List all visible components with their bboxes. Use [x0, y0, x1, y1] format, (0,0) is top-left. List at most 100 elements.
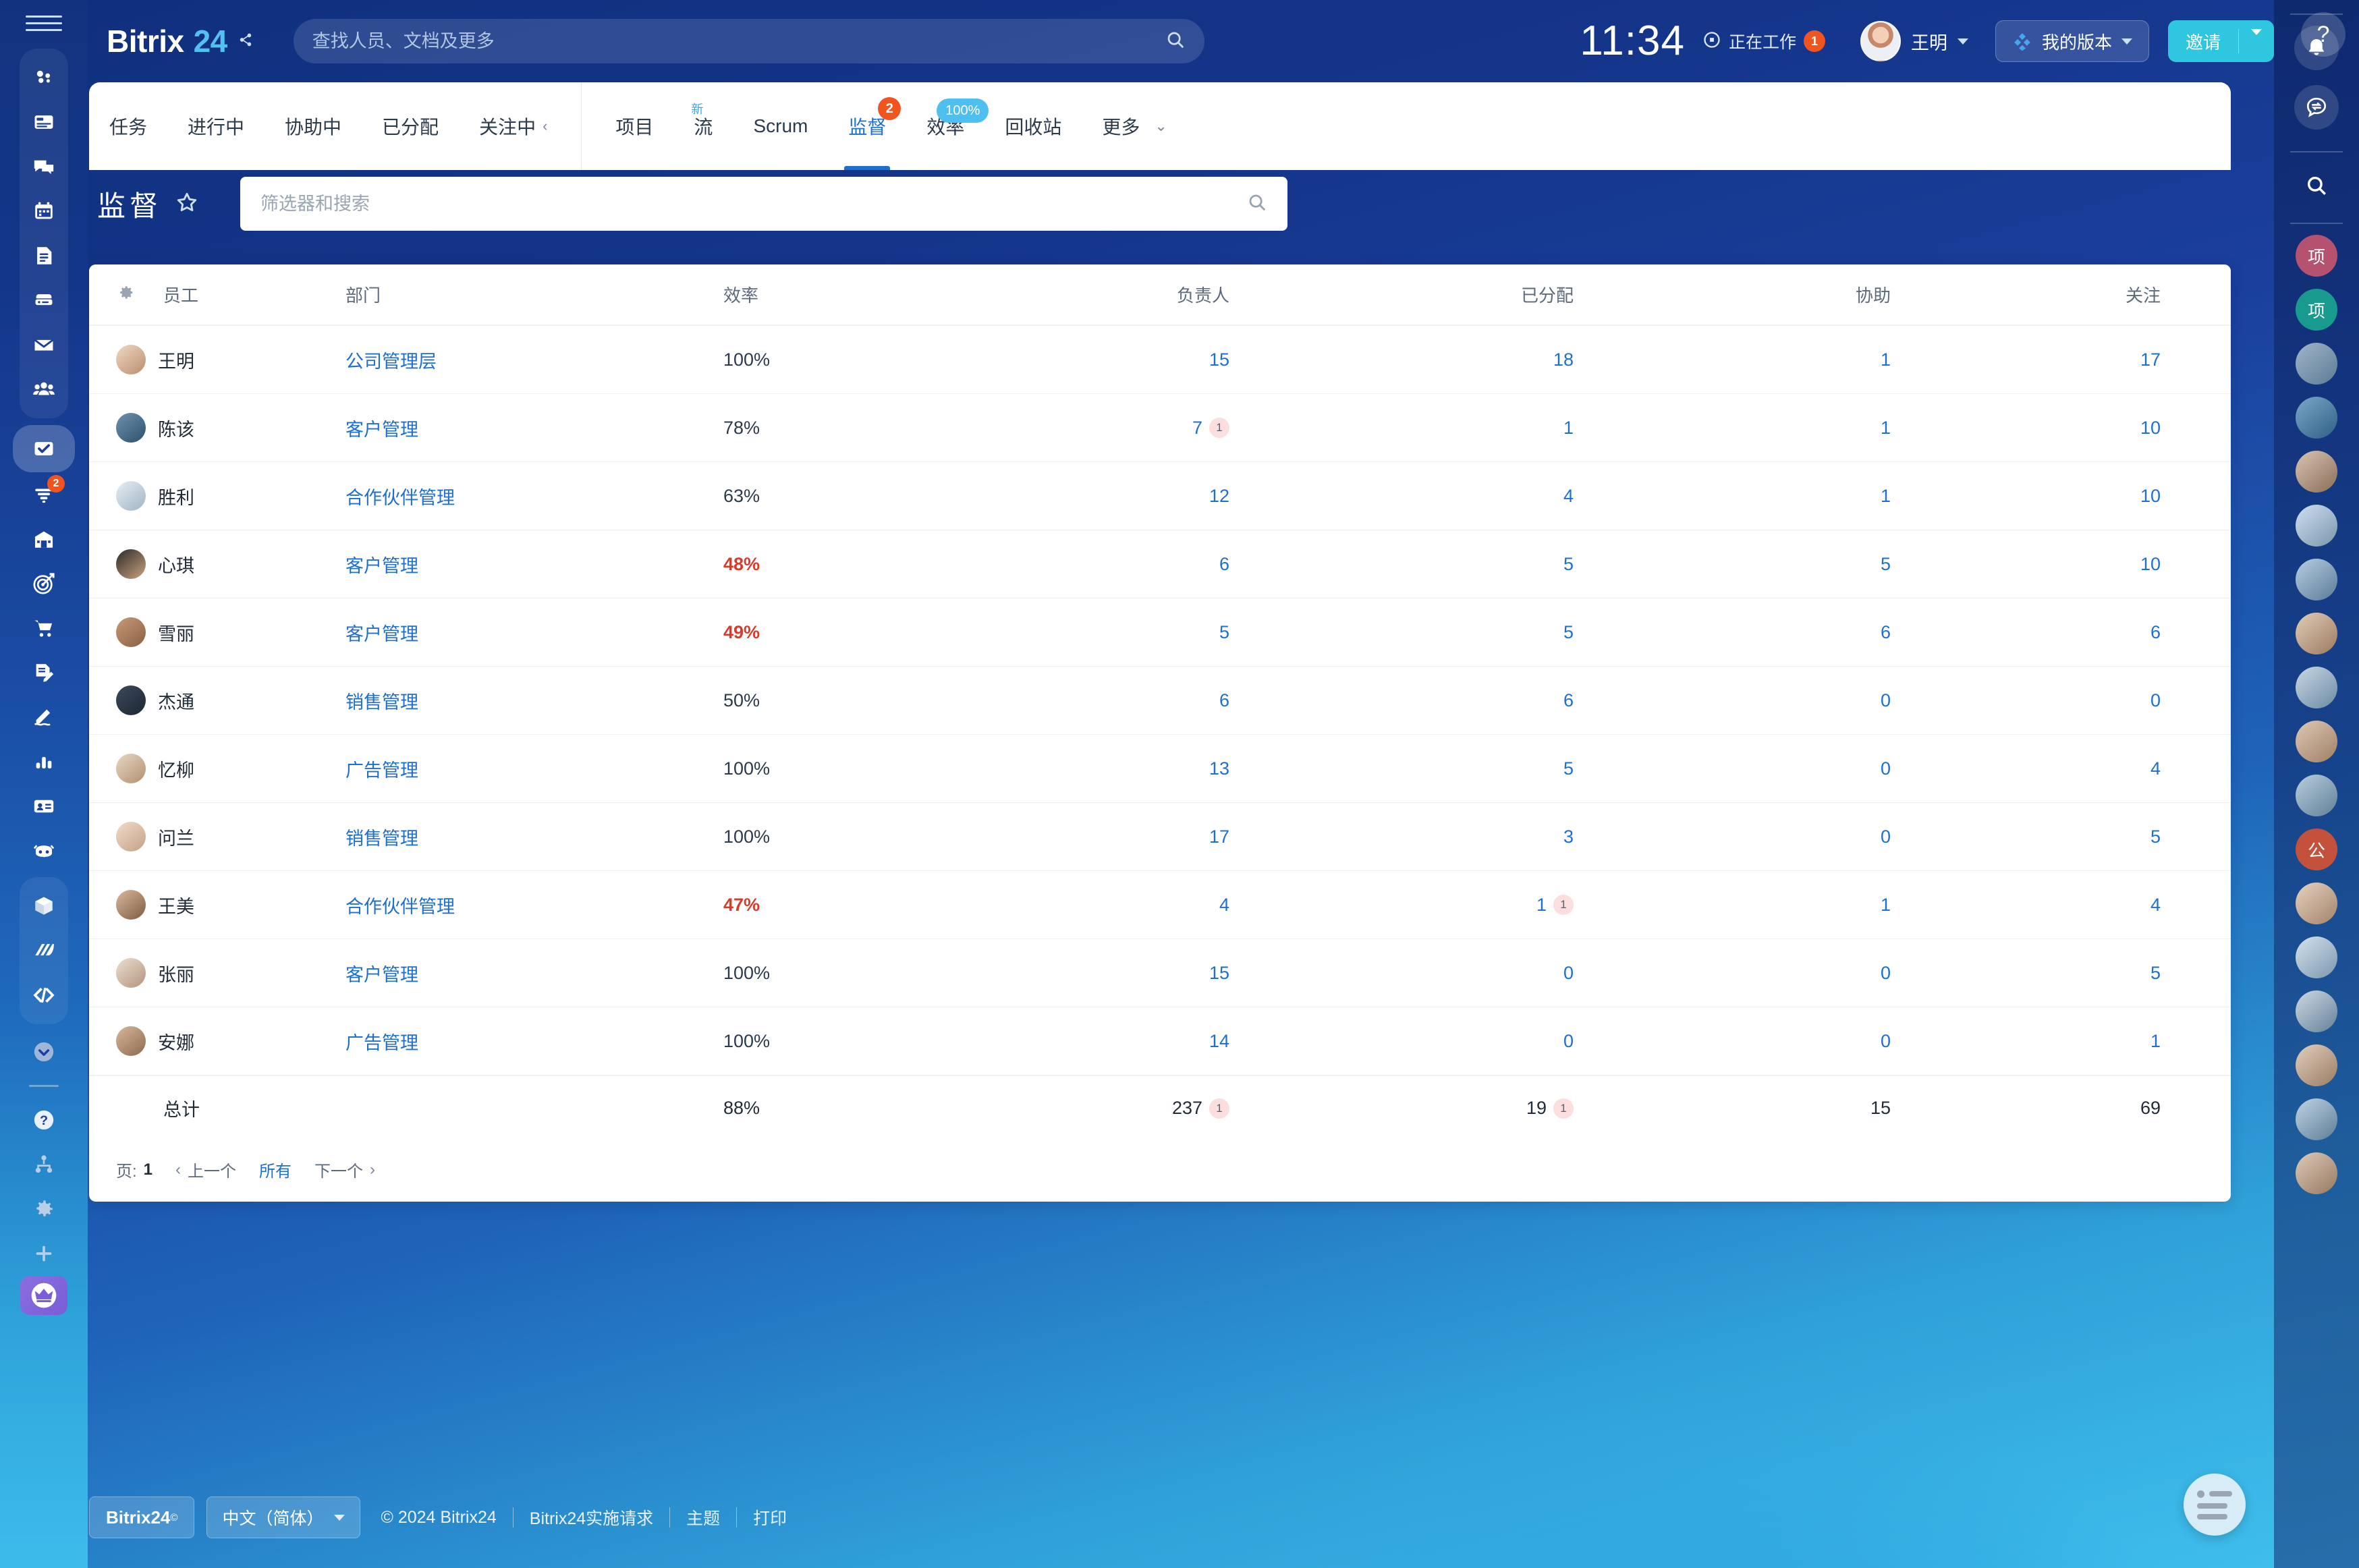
cell-watching[interactable]: 17 [1978, 325, 2231, 394]
watching-count[interactable]: 5 [2150, 963, 2161, 983]
cell-responsible[interactable]: 14 [1007, 1007, 1344, 1076]
cell-assisting[interactable]: 6 [1682, 598, 1978, 667]
cell-assigned[interactable]: 18 [1344, 325, 1682, 394]
cell-employee[interactable]: 忆柳 [89, 735, 345, 803]
sidebar-item-shop[interactable] [22, 606, 66, 650]
cell-assisting[interactable]: 1 [1682, 462, 1978, 530]
assigned-count[interactable]: 5 [1563, 758, 1574, 779]
cell-assigned[interactable]: 6 [1344, 667, 1682, 735]
favorite-star-icon[interactable] [175, 191, 198, 217]
cell-assigned[interactable]: 5 [1344, 530, 1682, 598]
department-link[interactable]: 客户管理 [345, 420, 418, 440]
sidebar-item-esign[interactable] [22, 695, 66, 739]
responsible-count[interactable]: 15 [1209, 963, 1229, 984]
cell-assigned[interactable]: 5 [1344, 735, 1682, 803]
watching-count[interactable]: 6 [2150, 622, 2161, 642]
cell-department[interactable]: 客户管理 [345, 530, 723, 598]
cell-assisting[interactable]: 0 [1682, 803, 1978, 871]
table-row[interactable]: 胜利合作伙伴管理63%124110 [89, 462, 2231, 530]
cell-responsible[interactable]: 15 [1007, 325, 1344, 394]
global-search-input[interactable] [312, 31, 1165, 52]
invite-button[interactable]: 邀请 [2168, 20, 2274, 62]
tab-watching[interactable]: 关注中 ‹ [459, 82, 567, 170]
tab-efficiency[interactable]: 100% 效率 [906, 82, 984, 170]
sidebar-item-employees[interactable] [22, 784, 66, 829]
department-link[interactable]: 客户管理 [345, 965, 418, 985]
assigned-count[interactable]: 5 [1563, 554, 1574, 575]
sidebar-item-structure[interactable] [22, 1142, 66, 1187]
gear-icon[interactable] [117, 283, 135, 306]
watching-count[interactable]: 4 [2150, 895, 2161, 915]
watching-count[interactable]: 10 [2140, 486, 2161, 506]
chat-avatar[interactable] [2296, 451, 2337, 493]
cell-department[interactable]: 客户管理 [345, 598, 723, 667]
cell-employee[interactable]: 王美 [89, 871, 345, 939]
assisting-count[interactable]: 1 [1881, 418, 1891, 438]
cell-watching[interactable]: 6 [1978, 598, 2231, 667]
sidebar-item-company[interactable] [22, 517, 66, 561]
department-link[interactable]: 客户管理 [345, 556, 418, 576]
right-search-button[interactable] [2294, 163, 2339, 208]
sidebar-item-chat[interactable] [22, 144, 66, 189]
cell-department[interactable]: 合作伙伴管理 [345, 462, 723, 530]
chat-avatar[interactable] [2296, 1152, 2337, 1194]
footer-link-theme[interactable]: 主题 [670, 1505, 736, 1530]
watching-count[interactable]: 17 [2140, 349, 2161, 370]
column-header-efficiency[interactable]: 效率 [723, 264, 1007, 325]
cell-watching[interactable]: 0 [1978, 667, 2231, 735]
tab-projects[interactable]: 项目 [595, 82, 673, 170]
left-sidebar[interactable]: 2 ? [0, 0, 88, 1568]
cell-assisting[interactable]: 0 [1682, 667, 1978, 735]
column-header-employee[interactable]: 员工 [89, 264, 345, 325]
responsible-count[interactable]: 5 [1219, 622, 1229, 643]
table-row[interactable]: 雪丽客户管理49%5566 [89, 598, 2231, 667]
project-chat-2[interactable]: 项 [2296, 289, 2337, 331]
assigned-count[interactable]: 1 [1536, 895, 1547, 916]
table-row[interactable]: 安娜广告管理100%14001 [89, 1007, 2231, 1076]
sidebar-item-copilot[interactable] [22, 55, 66, 100]
assisting-count[interactable]: 0 [1881, 1031, 1891, 1051]
column-header-assigned[interactable]: 已分配 [1344, 264, 1682, 325]
cell-watching[interactable]: 5 [1978, 803, 2231, 871]
watching-count[interactable]: 5 [2150, 827, 2161, 847]
cell-watching[interactable]: 10 [1978, 530, 2231, 598]
cell-watching[interactable]: 10 [1978, 462, 2231, 530]
cell-responsible[interactable]: 6 [1007, 530, 1344, 598]
department-link[interactable]: 客户管理 [345, 624, 418, 644]
floating-action-button[interactable] [2184, 1474, 2246, 1536]
tab-recycle-bin[interactable]: 回收站 [984, 82, 1082, 170]
cell-responsible[interactable]: 5 [1007, 598, 1344, 667]
user-menu[interactable]: 王明 [1860, 21, 1968, 61]
department-link[interactable]: 销售管理 [345, 692, 418, 712]
sidebar-item-developer[interactable] [22, 973, 66, 1017]
cell-watching[interactable]: 1 [1978, 1007, 2231, 1076]
cell-assisting[interactable]: 1 [1682, 325, 1978, 394]
table-row[interactable]: 王美合作伙伴管理47%41114 [89, 871, 2231, 939]
project-chat-1[interactable]: 项 [2296, 235, 2337, 277]
table-row[interactable]: 杰通销售管理50%6600 [89, 667, 2231, 735]
cell-department[interactable]: 合作伙伴管理 [345, 871, 723, 939]
assigned-count[interactable]: 4 [1563, 486, 1574, 507]
tab-in-progress[interactable]: 进行中 [167, 82, 265, 170]
responsible-count[interactable]: 17 [1209, 827, 1229, 847]
chat-avatar[interactable] [2296, 990, 2337, 1032]
footer-link-implementation[interactable]: Bitrix24实施请求 [514, 1505, 669, 1530]
watching-count[interactable]: 1 [2150, 1031, 2161, 1051]
department-link[interactable]: 广告管理 [345, 760, 418, 781]
cell-responsible[interactable]: 13 [1007, 735, 1344, 803]
chat-avatar[interactable] [2296, 667, 2337, 708]
assigned-count[interactable]: 0 [1563, 1031, 1574, 1052]
sidebar-item-settings[interactable] [22, 1187, 66, 1231]
tab-tasks[interactable]: 任务 [89, 82, 167, 170]
sidebar-item-collapse[interactable] [22, 1030, 66, 1074]
cell-assisting[interactable]: 0 [1682, 939, 1978, 1007]
cell-department[interactable]: 广告管理 [345, 735, 723, 803]
responsible-count[interactable]: 14 [1209, 1031, 1229, 1052]
column-header-department[interactable]: 部门 [345, 264, 723, 325]
assigned-count[interactable]: 3 [1563, 827, 1574, 847]
tab-supervision[interactable]: 2 监督 [828, 82, 906, 170]
assisting-count[interactable]: 1 [1881, 349, 1891, 370]
chat-avatar[interactable] [2296, 936, 2337, 978]
sidebar-item-upgrade[interactable] [20, 1276, 67, 1315]
sidebar-item-contacts[interactable] [22, 367, 66, 412]
